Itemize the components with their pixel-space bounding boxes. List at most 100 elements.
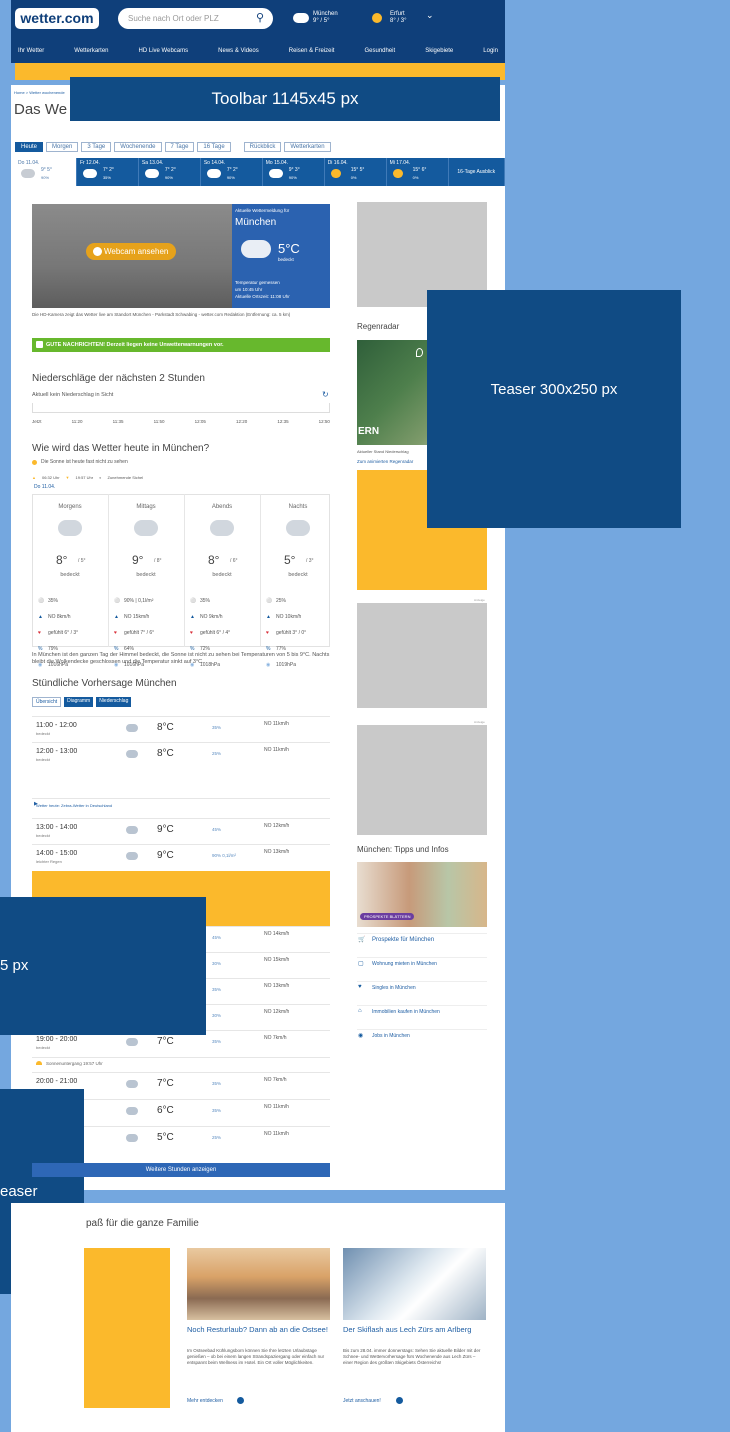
chat-icon: ◉: [358, 1033, 364, 1039]
tab-rueckblick[interactable]: Rückblick: [243, 142, 282, 152]
day-card[interactable]: So 14.04. 7° 2° 90%: [200, 158, 263, 186]
tab-wetterkarten[interactable]: Wetterkarten: [284, 142, 331, 152]
ostsee-image[interactable]: [187, 1248, 330, 1320]
nav-wetterkarten[interactable]: Wetterkarten: [74, 48, 108, 54]
hour-range: 19:00 - 20:00: [36, 1036, 78, 1043]
heart-icon: ♥: [190, 630, 193, 636]
teaser-link[interactable]: Mehr entdecken: [187, 1398, 223, 1404]
ad-label: Anzeige: [474, 720, 485, 724]
tab-16-tage[interactable]: 16 Tage: [197, 142, 231, 152]
drop-icon: ⚪: [38, 598, 45, 604]
more-hours-button[interactable]: Weitere Stunden anzeigen: [32, 1163, 330, 1177]
location-munich[interactable]: München 9° / 5°: [313, 11, 338, 25]
period-detail: NO 10km/h: [276, 614, 302, 620]
tips-link[interactable]: Immobilien kaufen in München: [372, 1009, 440, 1015]
ski-image[interactable]: [343, 1248, 486, 1320]
tips-link[interactable]: Singles in München: [372, 985, 416, 991]
tab-niederschlag[interactable]: Niederschlag: [96, 697, 132, 707]
cloud-icon: [126, 1107, 138, 1115]
tips-link[interactable]: Wohnung mieten in München: [372, 961, 437, 967]
refresh-icon[interactable]: ↻: [322, 390, 329, 399]
tab-uebersicht[interactable]: Übersicht: [32, 697, 62, 707]
hour-precip: 35%: [212, 725, 222, 730]
day-more-link[interactable]: 16-Tage Ausblick: [448, 158, 505, 186]
teaser-link[interactable]: Jetzt anschauen!: [343, 1398, 381, 1404]
nav-news[interactable]: News & Videos: [218, 48, 259, 54]
heart-icon: ♥: [114, 630, 117, 636]
hour-temp: 5°C: [157, 1132, 174, 1143]
period-low: / 8°: [154, 558, 162, 564]
hour-precip: 90% 0,1l/m²: [212, 853, 237, 858]
tab-morgen[interactable]: Morgen: [46, 142, 79, 152]
hour-precip: 25%: [212, 751, 222, 756]
hour-precip: 45%: [212, 827, 222, 832]
day-precip: 35%: [102, 175, 111, 180]
hourly-row[interactable]: 14:00 - 15:00 leichter Regen 9°C 90% 0,1l/m…: [32, 844, 330, 868]
radar-title: Regenradar: [357, 322, 400, 331]
nav-reisen[interactable]: Reisen & Freizeit: [289, 48, 335, 54]
tips-button[interactable]: PROSPEKTE BLÄTTERN: [360, 913, 415, 920]
period-detail: NO 8km/h: [48, 614, 71, 620]
hourly-row[interactable]: 13:00 - 14:00 bedeckt 9°C 45% NO 12km/h: [32, 818, 330, 842]
nav-gesundheit[interactable]: Gesundheit: [364, 48, 395, 54]
arrow-right-icon[interactable]: [396, 1397, 403, 1404]
tips-link[interactable]: Prospekte für München: [372, 937, 434, 943]
precip-time: 12:35: [277, 419, 289, 424]
nav-login[interactable]: Login: [483, 48, 498, 54]
precip-times: Jetzt 11:20 11:35 11:50 12:05 12:20 12:35 12:50: [32, 419, 330, 424]
loc-name: München: [313, 11, 338, 17]
heart-icon: ♥: [266, 630, 269, 636]
day-temp: 7° 2°: [226, 167, 238, 173]
teaser-headline[interactable]: Der Skiflash aus Lech Zürs am Arlberg: [343, 1325, 486, 1334]
tab-diagramm[interactable]: Diagramm: [64, 697, 94, 707]
hourly-row[interactable]: 12:00 - 13:00 bedeckt 8°C 25% NO 11km/h: [32, 742, 330, 766]
cloud-icon: [268, 169, 283, 178]
day-date: Mo 15.04.: [265, 160, 288, 166]
wetter-heute-link[interactable]: Wetter heute: Zebra-Wetter in Deutschlan…: [36, 803, 112, 808]
day-temp: 15° 5°: [350, 167, 365, 173]
good-news-banner: GUTE NACHRICHTEN! Derzeit liegen keine U…: [32, 338, 330, 352]
tab-heute[interactable]: Heute: [15, 142, 44, 152]
loc-temp: 8° / 3°: [390, 18, 407, 24]
period-name: Mittags: [136, 504, 156, 510]
nav-skigebiete[interactable]: Skigebiete: [425, 48, 453, 54]
report-temp: 5°C: [278, 241, 300, 256]
hour-wind: NO 15km/h: [264, 957, 290, 963]
day-card[interactable]: Mo 15.04. 9° 3° 90%: [262, 158, 325, 186]
hour-condition: bedeckt: [36, 731, 51, 736]
nav-ihr-wetter[interactable]: Ihr Wetter: [18, 48, 44, 54]
tips-title: München: Tipps und Infos: [357, 845, 449, 854]
teaser-placeholder: Teaser 300x250 px: [427, 290, 681, 528]
day-card[interactable]: Fr 12.04. 7° 2° 35%: [76, 158, 139, 186]
location-erfurt[interactable]: Erfurt 8° / 3°: [390, 11, 406, 25]
chevron-down-icon[interactable]: ⌄: [426, 10, 434, 21]
period-temp: 9°: [132, 553, 144, 567]
day-date: Sa 13.04.: [141, 160, 164, 166]
day-card[interactable]: Di 16.04. 15° 5° 0%: [324, 158, 387, 186]
nav-webcams[interactable]: HD Live Webcams: [139, 48, 189, 54]
logo[interactable]: wetter.com: [15, 8, 99, 29]
tab-7-tage[interactable]: 7 Tage: [164, 142, 195, 152]
tips-link[interactable]: Jobs in München: [372, 1033, 410, 1039]
hour-wind: NO 7km/h: [264, 1077, 287, 1083]
teaser-headline[interactable]: Noch Resturlaub? Dann ab an die Ostsee!: [187, 1325, 330, 1334]
search-input[interactable]: Suche nach Ort oder PLZ ⚲: [118, 8, 273, 29]
tab-3-tage[interactable]: 3 Tage: [81, 142, 112, 152]
hour-range: 11:00 - 12:00: [36, 722, 77, 729]
search-placeholder: Suche nach Ort oder PLZ: [128, 14, 219, 23]
day-precip: 90%: [41, 175, 50, 180]
breadcrumb[interactable]: Home > Wetter wochenende: [14, 90, 65, 96]
location-pin-icon: [416, 348, 423, 357]
hourly-row[interactable]: 11:00 - 12:00 bedeckt 8°C 35% NO 11km/h: [32, 716, 330, 740]
day-card[interactable]: Sa 13.04. 7° 2° 90%: [138, 158, 201, 186]
day-card[interactable]: Mi 17.04. 15° 6° 0%: [386, 158, 449, 186]
day-precip: 0%: [412, 175, 419, 180]
tab-wochenende[interactable]: Wochenende: [114, 142, 162, 152]
loc-name: Erfurt: [390, 11, 405, 17]
arrow-right-icon[interactable]: [237, 1397, 244, 1404]
day-precip: 90%: [226, 175, 235, 180]
day-card[interactable]: Do 11.04. 9° 5° 90%: [15, 158, 77, 186]
period-detail: NO 9km/h: [200, 614, 223, 620]
radar-link[interactable]: Zum animierten Regenradar: [357, 459, 413, 465]
search-icon[interactable]: ⚲: [256, 8, 264, 29]
